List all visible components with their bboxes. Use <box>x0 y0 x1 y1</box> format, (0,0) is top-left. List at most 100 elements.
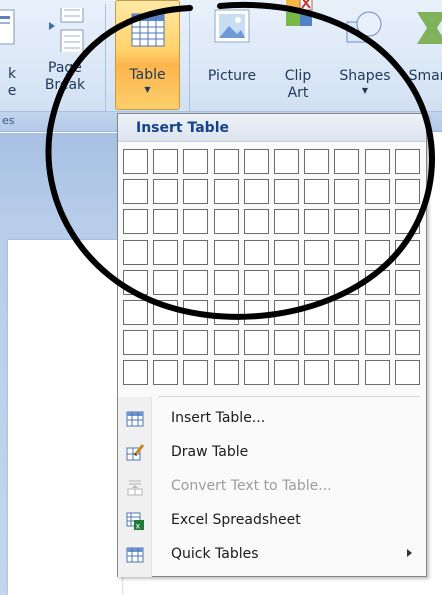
table-grid-cell[interactable] <box>334 360 359 385</box>
table-grid-cell[interactable] <box>274 179 299 204</box>
table-grid-cell[interactable] <box>153 300 178 325</box>
menu-item-label: Draw Table <box>171 444 249 460</box>
table-grid-cell[interactable] <box>304 149 329 174</box>
table-grid-cell[interactable] <box>244 209 269 234</box>
table-grid-cell[interactable] <box>123 360 148 385</box>
page-break-button[interactable]: Page Break <box>33 0 97 112</box>
table-grid-cell[interactable] <box>395 360 420 385</box>
table-grid-cell[interactable] <box>334 270 359 295</box>
smartart-button[interactable]: Smar <box>397 0 442 112</box>
table-grid-cell[interactable] <box>244 179 269 204</box>
table-grid-cell[interactable] <box>123 209 148 234</box>
table-grid-cell[interactable] <box>395 330 420 355</box>
table-grid-cell[interactable] <box>304 300 329 325</box>
picture-button[interactable]: Picture <box>200 0 264 112</box>
table-grid-cell[interactable] <box>334 179 359 204</box>
table-grid-cell[interactable] <box>183 360 208 385</box>
table-button[interactable]: Table ▼ <box>115 0 180 110</box>
table-grid-cell[interactable] <box>395 270 420 295</box>
table-grid-cell[interactable] <box>334 300 359 325</box>
clip-art-button[interactable]: Clip Art <box>268 0 328 112</box>
table-grid-cell[interactable] <box>304 360 329 385</box>
table-grid-cell[interactable] <box>183 240 208 265</box>
menu-item-draw-table[interactable]: Draw Table <box>118 436 426 470</box>
table-grid-cell[interactable] <box>334 240 359 265</box>
document-page[interactable] <box>8 240 122 595</box>
table-grid-cell[interactable] <box>244 149 269 174</box>
table-grid-cell[interactable] <box>183 149 208 174</box>
cover-page-button[interactable]: k e <box>0 0 18 112</box>
table-grid-cell[interactable] <box>123 240 148 265</box>
table-grid-cell[interactable] <box>214 179 239 204</box>
table-grid-cell[interactable] <box>244 330 269 355</box>
table-grid-cell[interactable] <box>123 300 148 325</box>
table-grid-cell[interactable] <box>274 209 299 234</box>
page-break-label-1: Page <box>48 60 82 76</box>
table-grid-cell[interactable] <box>395 179 420 204</box>
table-grid-cell[interactable] <box>274 270 299 295</box>
table-grid-cell[interactable] <box>153 240 178 265</box>
table-grid-cell[interactable] <box>214 330 239 355</box>
table-grid-cell[interactable] <box>123 179 148 204</box>
table-grid-cell[interactable] <box>274 360 299 385</box>
table-grid-cell[interactable] <box>365 270 390 295</box>
table-grid-cell[interactable] <box>153 360 178 385</box>
table-grid-cell[interactable] <box>214 209 239 234</box>
table-size-grid[interactable] <box>123 149 423 392</box>
table-label: Table <box>129 67 166 83</box>
shapes-label: Shapes <box>339 68 391 84</box>
table-grid-cell[interactable] <box>334 209 359 234</box>
table-grid-cell[interactable] <box>214 300 239 325</box>
table-grid-cell[interactable] <box>214 270 239 295</box>
table-grid-cell[interactable] <box>244 300 269 325</box>
table-grid-cell[interactable] <box>304 270 329 295</box>
smartart-icon <box>407 8 442 48</box>
table-grid-cell[interactable] <box>153 209 178 234</box>
table-grid-cell[interactable] <box>395 149 420 174</box>
table-grid-cell[interactable] <box>183 270 208 295</box>
table-grid-cell[interactable] <box>334 149 359 174</box>
menu-item-label: Quick Tables <box>171 546 259 562</box>
table-grid-cell[interactable] <box>153 270 178 295</box>
table-grid-cell[interactable] <box>123 270 148 295</box>
table-grid-cell[interactable] <box>304 240 329 265</box>
table-grid-cell[interactable] <box>365 209 390 234</box>
table-grid-cell[interactable] <box>274 240 299 265</box>
table-grid-cell[interactable] <box>365 240 390 265</box>
table-grid-cell[interactable] <box>153 330 178 355</box>
table-grid-cell[interactable] <box>123 149 148 174</box>
table-grid-cell[interactable] <box>365 179 390 204</box>
table-grid-cell[interactable] <box>123 330 148 355</box>
table-grid-cell[interactable] <box>365 360 390 385</box>
table-grid-cell[interactable] <box>365 300 390 325</box>
table-grid-cell[interactable] <box>183 179 208 204</box>
table-grid-cell[interactable] <box>214 240 239 265</box>
table-grid-cell[interactable] <box>214 360 239 385</box>
menu-item-quick-tables[interactable]: Quick Tables <box>118 538 426 572</box>
table-grid-cell[interactable] <box>153 179 178 204</box>
table-grid-cell[interactable] <box>395 300 420 325</box>
menu-item-convert-text-to-table[interactable]: Convert Text to Table... <box>118 470 426 504</box>
table-grid-cell[interactable] <box>274 149 299 174</box>
table-grid-cell[interactable] <box>304 209 329 234</box>
table-grid-cell[interactable] <box>153 149 178 174</box>
menu-item-insert-table[interactable]: Insert Table... <box>118 402 426 436</box>
table-grid-cell[interactable] <box>304 179 329 204</box>
table-grid-cell[interactable] <box>365 149 390 174</box>
table-grid-cell[interactable] <box>274 330 299 355</box>
table-grid-cell[interactable] <box>334 330 359 355</box>
shapes-button[interactable]: Shapes ▼ <box>336 0 394 112</box>
table-grid-cell[interactable] <box>304 330 329 355</box>
table-grid-cell[interactable] <box>214 149 239 174</box>
menu-item-excel-spreadsheet[interactable]: x Excel Spreadsheet <box>118 504 426 538</box>
table-grid-cell[interactable] <box>244 270 269 295</box>
table-grid-cell[interactable] <box>183 209 208 234</box>
table-grid-cell[interactable] <box>244 360 269 385</box>
table-grid-cell[interactable] <box>395 209 420 234</box>
table-grid-cell[interactable] <box>274 300 299 325</box>
table-grid-cell[interactable] <box>395 240 420 265</box>
table-grid-cell[interactable] <box>365 330 390 355</box>
table-grid-cell[interactable] <box>244 240 269 265</box>
table-grid-cell[interactable] <box>183 330 208 355</box>
table-grid-cell[interactable] <box>183 300 208 325</box>
